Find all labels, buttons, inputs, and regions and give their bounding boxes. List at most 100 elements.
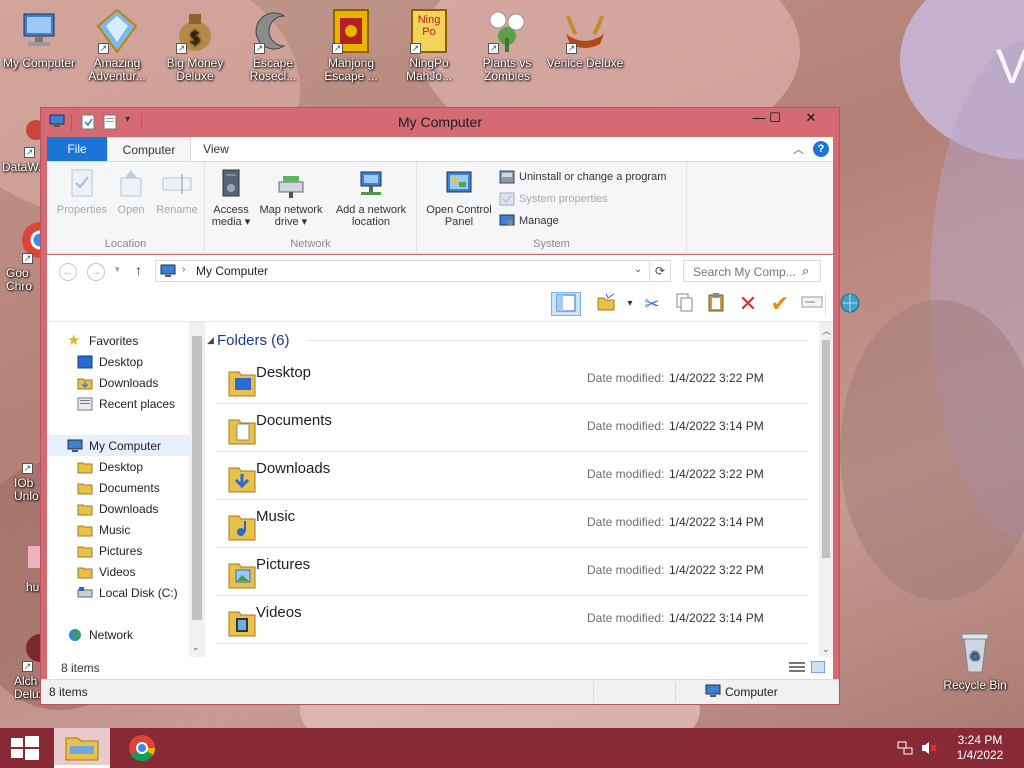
my-computer-icon xyxy=(16,8,62,54)
manage-button[interactable]: Manage xyxy=(499,212,559,230)
group-collapse-icon[interactable]: ◢ xyxy=(207,335,214,346)
nav-comp-music[interactable]: Music xyxy=(77,520,130,540)
delete-icon[interactable]: ✕ xyxy=(735,292,761,316)
tray-time: 3:24 PM xyxy=(957,733,1003,747)
search-icon: ⌕ xyxy=(802,263,810,278)
access-media-button[interactable]: Access media ▾ xyxy=(211,168,251,228)
desktop-icon-big-money[interactable]: $ ↗ Big Money Deluxe xyxy=(156,8,234,83)
large-icons-view-icon[interactable] xyxy=(810,660,826,676)
recent-places-icon xyxy=(77,397,93,411)
open-button[interactable]: Open xyxy=(113,168,149,216)
breadcrumb-chevron-icon: › xyxy=(182,264,186,275)
forward-button[interactable]: → xyxy=(87,263,105,281)
amazing-adventures-icon: ↗ xyxy=(94,8,140,54)
title-bar[interactable]: ▾ My Computer — ☐ ✕ xyxy=(41,108,839,136)
up-button[interactable]: ↑ xyxy=(135,262,142,278)
mahjong-icon: ↗ xyxy=(328,8,374,54)
nav-fav-downloads[interactable]: Downloads xyxy=(77,373,158,393)
details-view-icon[interactable] xyxy=(789,661,805,676)
svg-text:♻: ♻ xyxy=(969,649,980,663)
nav-comp-downloads[interactable]: Downloads xyxy=(77,499,158,519)
system-properties-button[interactable]: System properties xyxy=(499,190,608,208)
tab-computer[interactable]: Computer xyxy=(107,137,191,161)
file-row-desktop[interactable]: Desktop Date modified: 1/4/2022 3:22 PM xyxy=(217,356,807,404)
file-list-scrollbar[interactable]: ︿ ⌄ xyxy=(819,322,833,658)
file-row-music[interactable]: Music Date modified: 1/4/2022 3:14 PM xyxy=(217,500,807,548)
paste-icon[interactable] xyxy=(703,292,729,316)
nav-my-computer[interactable]: My Computer xyxy=(67,436,161,456)
copy-icon[interactable] xyxy=(671,292,697,316)
list-scroll-down-icon[interactable]: ⌄ xyxy=(822,644,830,655)
rename-button[interactable]: Rename xyxy=(153,168,201,216)
explorer-window: ▾ My Computer — ☐ ✕ File Computer View ︿… xyxy=(40,107,860,705)
desktop-icon-my-computer[interactable]: My Computer xyxy=(0,8,78,70)
back-button[interactable]: ← xyxy=(59,263,77,281)
tab-file[interactable]: File xyxy=(47,137,107,161)
tray-clock[interactable]: 3:24 PM 1/4/2022 xyxy=(940,733,1020,763)
nav-comp-pictures[interactable]: Pictures xyxy=(77,541,142,561)
documents-folder-icon xyxy=(227,414,257,446)
nav-comp-videos[interactable]: Videos xyxy=(77,562,135,582)
uninstall-program-button[interactable]: Uninstall or change a program xyxy=(499,168,666,186)
cut-icon[interactable]: ✂ xyxy=(639,292,665,316)
nav-fav-desktop[interactable]: Desktop xyxy=(77,352,143,372)
file-row-videos[interactable]: Videos Date modified: 1/4/2022 3:14 PM xyxy=(217,596,807,644)
file-row-pictures[interactable]: Pictures Date modified: 1/4/2022 3:22 PM xyxy=(217,548,807,596)
network-tray-icon[interactable] xyxy=(896,740,914,759)
folder-options-icon[interactable] xyxy=(593,292,619,316)
folder-icon xyxy=(77,523,93,537)
add-network-location-button[interactable]: Add a network location xyxy=(331,168,411,228)
tab-view[interactable]: View xyxy=(191,137,241,161)
nav-comp-local-disk[interactable]: Local Disk (C:) xyxy=(77,583,178,603)
volume-muted-icon[interactable] xyxy=(920,740,938,759)
desktop-icon-plants-vs-zombies[interactable]: ↗ Plants vs Zombies xyxy=(468,8,546,83)
shortcut-arrow-icon: ↗ xyxy=(488,43,499,54)
desktop-icon-amazing-adventures[interactable]: ↗ Amazing Adventur... xyxy=(78,8,156,83)
rename-toolbar-icon[interactable] xyxy=(799,292,825,316)
group-header-folders[interactable]: Folders (6) xyxy=(217,332,290,349)
maximize-button[interactable]: ☐ xyxy=(759,108,791,128)
computer-icon xyxy=(67,439,83,453)
map-network-drive-button[interactable]: Map network drive ▾ xyxy=(255,168,327,228)
desktop-icon-ningpo[interactable]: Ning Po ↗ NingPo MahJo... xyxy=(390,8,468,83)
close-button[interactable]: ✕ xyxy=(789,108,833,128)
chrome-icon xyxy=(129,735,156,762)
taskbar-chrome[interactable] xyxy=(114,728,170,768)
address-field[interactable]: › My Computer ⌄ xyxy=(155,260,671,282)
collapse-ribbon-icon[interactable]: ︿ xyxy=(793,141,804,157)
nav-scrollbar[interactable]: ⌄ xyxy=(189,322,205,658)
list-scroll-up-icon[interactable]: ︿ xyxy=(822,324,831,337)
properties-button[interactable]: Properties xyxy=(55,168,109,216)
inner-item-count: 8 items xyxy=(61,661,100,675)
file-row-documents[interactable]: Documents Date modified: 1/4/2022 3:14 P… xyxy=(217,404,807,452)
desktop-icon-recycle-bin[interactable]: ♻ Recycle Bin xyxy=(936,630,1014,692)
nav-scroll-down-icon[interactable]: ⌄ xyxy=(192,642,200,653)
search-input[interactable]: Search My Comp... ⌕ xyxy=(683,260,821,282)
address-bar: ← → ▾ ↑ › My Computer ⌄ ⟳ Search My Comp… xyxy=(47,255,833,287)
preview-pane-icon[interactable] xyxy=(551,292,581,316)
address-dropdown-icon[interactable]: ⌄ xyxy=(634,264,642,275)
desktop-icon-escape-rosecliff[interactable]: ↗ Escape Rosecl... xyxy=(234,8,312,83)
shortcut-arrow-icon: ↗ xyxy=(24,147,35,158)
open-control-panel-button[interactable]: Open Control Panel xyxy=(421,168,497,228)
desktop-icon-venice-deluxe[interactable]: ↗ Venice Deluxe xyxy=(546,8,624,70)
file-row-downloads[interactable]: Downloads Date modified: 1/4/2022 3:22 P… xyxy=(217,452,807,500)
nav-network[interactable]: Network xyxy=(67,625,133,645)
desktop-icon-mahjong[interactable]: ↗ Mahjong Escape ... xyxy=(312,8,390,83)
nav-comp-documents[interactable]: Documents xyxy=(77,478,160,498)
recent-locations-icon[interactable]: ▾ xyxy=(115,264,120,275)
status-computer-icon xyxy=(705,684,721,701)
escape-rosecliff-icon: ↗ xyxy=(250,8,296,54)
start-button[interactable] xyxy=(0,728,48,768)
refresh-button[interactable]: ⟳ xyxy=(649,260,671,282)
nav-comp-desktop[interactable]: Desktop xyxy=(77,457,143,477)
breadcrumb[interactable]: My Computer xyxy=(196,264,268,278)
taskbar-file-explorer[interactable] xyxy=(54,728,110,768)
checkmark-icon[interactable]: ✔ xyxy=(767,292,793,316)
nav-fav-recent-places[interactable]: Recent places xyxy=(77,394,175,414)
item-count: 8 items xyxy=(49,685,88,699)
help-icon[interactable]: ? xyxy=(813,141,829,157)
nav-favorites[interactable]: ★ Favorites xyxy=(67,331,138,351)
shortcut-arrow-icon: ↗ xyxy=(566,43,577,54)
globe-icon[interactable] xyxy=(837,292,863,316)
